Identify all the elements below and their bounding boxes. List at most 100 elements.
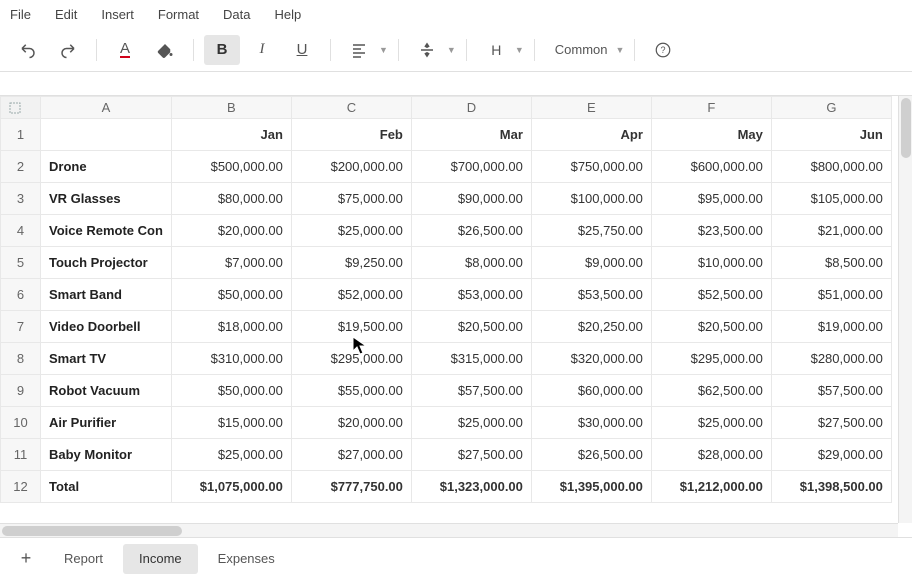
cell[interactable]: $95,000.00 — [651, 183, 771, 215]
sheet-tab-report[interactable]: Report — [48, 544, 119, 574]
cell[interactable]: $7,000.00 — [171, 247, 291, 279]
cell[interactable]: $20,500.00 — [651, 311, 771, 343]
cell[interactable]: Mar — [411, 119, 531, 151]
menu-insert[interactable]: Insert — [101, 7, 134, 22]
cell[interactable]: $90,000.00 — [411, 183, 531, 215]
cell[interactable]: Air Purifier — [41, 407, 172, 439]
horizontal-align-button[interactable]: ▼ — [341, 35, 388, 65]
cell[interactable]: $9,250.00 — [291, 247, 411, 279]
row-header[interactable]: 7 — [1, 311, 41, 343]
italic-button[interactable]: I — [244, 35, 280, 65]
cell[interactable]: $51,000.00 — [771, 279, 891, 311]
row-header[interactable]: 11 — [1, 439, 41, 471]
cell[interactable]: $20,250.00 — [531, 311, 651, 343]
cell[interactable]: $1,398,500.00 — [771, 471, 891, 503]
format-combo[interactable]: Common ▼ — [545, 42, 625, 57]
cell[interactable]: $23,500.00 — [651, 215, 771, 247]
cell[interactable]: $500,000.00 — [171, 151, 291, 183]
vertical-align-button[interactable]: ▼ — [409, 35, 456, 65]
row-header[interactable]: 8 — [1, 343, 41, 375]
cell[interactable]: $280,000.00 — [771, 343, 891, 375]
cell[interactable]: $26,500.00 — [411, 215, 531, 247]
cell[interactable]: Robot Vacuum — [41, 375, 172, 407]
cell[interactable]: $1,075,000.00 — [171, 471, 291, 503]
cell[interactable]: $10,000.00 — [651, 247, 771, 279]
cell[interactable]: $20,500.00 — [411, 311, 531, 343]
row-height-button[interactable]: H ▼ — [477, 35, 524, 65]
cell[interactable] — [41, 119, 172, 151]
scrollbar-thumb[interactable] — [2, 526, 182, 536]
cell[interactable]: $19,000.00 — [771, 311, 891, 343]
fill-color-button[interactable] — [147, 35, 183, 65]
row-header[interactable]: 12 — [1, 471, 41, 503]
redo-button[interactable] — [50, 35, 86, 65]
cell[interactable]: $60,000.00 — [531, 375, 651, 407]
cell[interactable]: $27,000.00 — [291, 439, 411, 471]
cell[interactable]: $25,000.00 — [171, 439, 291, 471]
cell[interactable]: Jun — [771, 119, 891, 151]
cell[interactable]: $600,000.00 — [651, 151, 771, 183]
cell[interactable]: $320,000.00 — [531, 343, 651, 375]
cell[interactable]: Baby Monitor — [41, 439, 172, 471]
cell[interactable]: $310,000.00 — [171, 343, 291, 375]
horizontal-scrollbar[interactable] — [0, 523, 898, 537]
cell[interactable]: $57,500.00 — [771, 375, 891, 407]
select-all-cell[interactable] — [1, 97, 41, 119]
cell[interactable]: $50,000.00 — [171, 375, 291, 407]
cell[interactable]: Smart Band — [41, 279, 172, 311]
cell[interactable]: Touch Projector — [41, 247, 172, 279]
cell[interactable]: $295,000.00 — [651, 343, 771, 375]
column-header[interactable]: G — [771, 97, 891, 119]
cell[interactable]: Voice Remote Con — [41, 215, 172, 247]
cell[interactable]: $21,000.00 — [771, 215, 891, 247]
sheet-tab-income[interactable]: Income — [123, 544, 198, 574]
cell[interactable]: $200,000.00 — [291, 151, 411, 183]
cell[interactable]: VR Glasses — [41, 183, 172, 215]
menu-help[interactable]: Help — [275, 7, 302, 22]
cell[interactable]: $27,500.00 — [411, 439, 531, 471]
row-header[interactable]: 9 — [1, 375, 41, 407]
cell[interactable]: $20,000.00 — [291, 407, 411, 439]
cell[interactable]: Smart TV — [41, 343, 172, 375]
cell[interactable]: Video Doorbell — [41, 311, 172, 343]
cell[interactable]: $1,212,000.00 — [651, 471, 771, 503]
scrollbar-thumb[interactable] — [901, 98, 911, 158]
column-header[interactable]: E — [531, 97, 651, 119]
cell[interactable]: Feb — [291, 119, 411, 151]
cell[interactable]: $8,500.00 — [771, 247, 891, 279]
cell[interactable]: $1,323,000.00 — [411, 471, 531, 503]
cell[interactable]: $8,000.00 — [411, 247, 531, 279]
column-header[interactable]: A — [41, 97, 172, 119]
cell[interactable]: $25,000.00 — [411, 407, 531, 439]
cell[interactable]: $20,000.00 — [171, 215, 291, 247]
undo-button[interactable] — [10, 35, 46, 65]
cell[interactable]: $29,000.00 — [771, 439, 891, 471]
cell[interactable]: $800,000.00 — [771, 151, 891, 183]
row-header[interactable]: 1 — [1, 119, 41, 151]
cell[interactable]: $75,000.00 — [291, 183, 411, 215]
formula-bar[interactable] — [0, 72, 912, 96]
cell[interactable]: $777,750.00 — [291, 471, 411, 503]
cell[interactable]: $15,000.00 — [171, 407, 291, 439]
cell[interactable]: Apr — [531, 119, 651, 151]
cell[interactable]: $700,000.00 — [411, 151, 531, 183]
cell[interactable]: $52,500.00 — [651, 279, 771, 311]
row-header[interactable]: 5 — [1, 247, 41, 279]
cell[interactable]: $52,000.00 — [291, 279, 411, 311]
cell[interactable]: $50,000.00 — [171, 279, 291, 311]
cell[interactable]: May — [651, 119, 771, 151]
cell[interactable]: $53,000.00 — [411, 279, 531, 311]
cell[interactable]: $1,395,000.00 — [531, 471, 651, 503]
cell[interactable]: Total — [41, 471, 172, 503]
cell[interactable]: Jan — [171, 119, 291, 151]
cell[interactable]: $27,500.00 — [771, 407, 891, 439]
cell[interactable]: $55,000.00 — [291, 375, 411, 407]
cell[interactable]: $315,000.00 — [411, 343, 531, 375]
cell[interactable]: $100,000.00 — [531, 183, 651, 215]
cell[interactable]: $30,000.00 — [531, 407, 651, 439]
row-header[interactable]: 6 — [1, 279, 41, 311]
cell[interactable]: $28,000.00 — [651, 439, 771, 471]
menu-data[interactable]: Data — [223, 7, 250, 22]
menu-file[interactable]: File — [10, 7, 31, 22]
column-header[interactable]: D — [411, 97, 531, 119]
